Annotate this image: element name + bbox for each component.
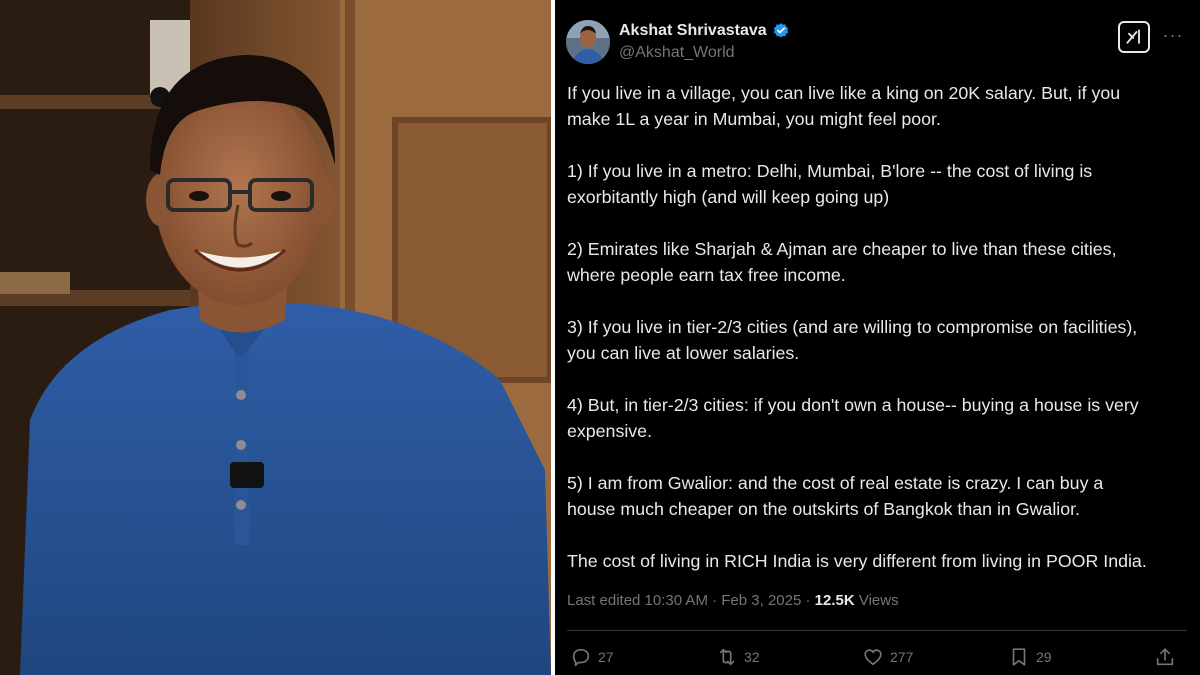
tweet-paragraph: 3) If you live in tier-2/3 cities (and a… bbox=[567, 314, 1187, 366]
tweet-line: house much cheaper on the outskirts of B… bbox=[567, 499, 1080, 519]
tweet-line: exorbitantly high (and will keep going u… bbox=[567, 187, 890, 207]
bookmark-icon bbox=[1012, 648, 1026, 666]
like-count: 277 bbox=[890, 649, 914, 665]
more-options-button[interactable]: ··· bbox=[1160, 22, 1186, 48]
tweet-paragraph: 5) I am from Gwalior: and the cost of re… bbox=[567, 470, 1187, 522]
tweet-line: 3) If you live in tier-2/3 cities (and a… bbox=[567, 317, 1138, 337]
verified-badge-icon bbox=[773, 23, 788, 38]
edited-timestamp[interactable]: Last edited 10:30 AM · Feb 3, 2025 · bbox=[567, 592, 815, 609]
like-button[interactable]: 277 bbox=[862, 646, 913, 668]
tweet-line: you can live at lower salaries. bbox=[567, 343, 800, 363]
tweet-paragraph: 4) But, in tier-2/3 cities: if you don't… bbox=[567, 392, 1187, 444]
profile-photo bbox=[0, 0, 551, 675]
tweet-line: The cost of living in RICH India is very… bbox=[567, 551, 1147, 571]
tweet-line: If you live in a village, you can live l… bbox=[567, 83, 1121, 103]
bookmark-count: 29 bbox=[1036, 649, 1052, 665]
author-name[interactable]: Akshat Shrivastava bbox=[619, 22, 767, 40]
tweet-paragraph: The cost of living in RICH India is very… bbox=[567, 548, 1187, 574]
avatar-image bbox=[566, 20, 610, 64]
bookmark-button[interactable]: 29 bbox=[1008, 646, 1052, 668]
repost-button[interactable]: 32 bbox=[716, 646, 760, 668]
grok-button[interactable] bbox=[1118, 21, 1150, 53]
tweet-line: 4) But, in tier-2/3 cities: if you don't… bbox=[567, 395, 1139, 415]
author-name-row[interactable]: Akshat Shrivastava bbox=[619, 22, 790, 40]
tweet-line: where people earn tax free income. bbox=[567, 265, 846, 285]
heart-icon bbox=[864, 649, 882, 666]
tweet-paragraph: If you live in a village, you can live l… bbox=[567, 80, 1187, 132]
tweet-line: expensive. bbox=[567, 421, 653, 441]
author-avatar[interactable] bbox=[566, 20, 610, 64]
tweet-line: 2) Emirates like Sharjah & Ajman are che… bbox=[567, 239, 1117, 259]
share-button[interactable] bbox=[1154, 646, 1176, 668]
tweet-paragraph: 1) If you live in a metro: Delhi, Mumbai… bbox=[567, 158, 1187, 210]
author-handle[interactable]: @Akshat_World bbox=[619, 44, 735, 62]
share-icon bbox=[1156, 648, 1174, 666]
tweet-line: 1) If you live in a metro: Delhi, Mumbai… bbox=[567, 161, 1093, 181]
tweet-paragraph: 2) Emirates like Sharjah & Ajman are che… bbox=[567, 236, 1187, 288]
grok-icon bbox=[1126, 29, 1140, 44]
reply-count: 27 bbox=[598, 649, 614, 665]
views-label: Views bbox=[854, 592, 899, 609]
more-icon: ··· bbox=[1162, 24, 1184, 45]
repost-count: 32 bbox=[744, 649, 760, 665]
meta-divider bbox=[567, 630, 1187, 631]
views-count: 12.5K bbox=[814, 592, 855, 609]
tweet-line: 5) I am from Gwalior: and the cost of re… bbox=[567, 473, 1104, 493]
reply-button[interactable]: 27 bbox=[570, 646, 614, 668]
tweet-line: make 1L a year in Mumbai, you might feel… bbox=[567, 109, 941, 129]
repost-icon bbox=[719, 648, 735, 666]
person-photo-illustration bbox=[0, 0, 551, 675]
reply-icon bbox=[572, 648, 590, 667]
tweet-text: If you live in a village, you can live l… bbox=[567, 80, 1187, 600]
tweet-meta: Last edited 10:30 AM · Feb 3, 2025 · 12.… bbox=[567, 592, 899, 609]
